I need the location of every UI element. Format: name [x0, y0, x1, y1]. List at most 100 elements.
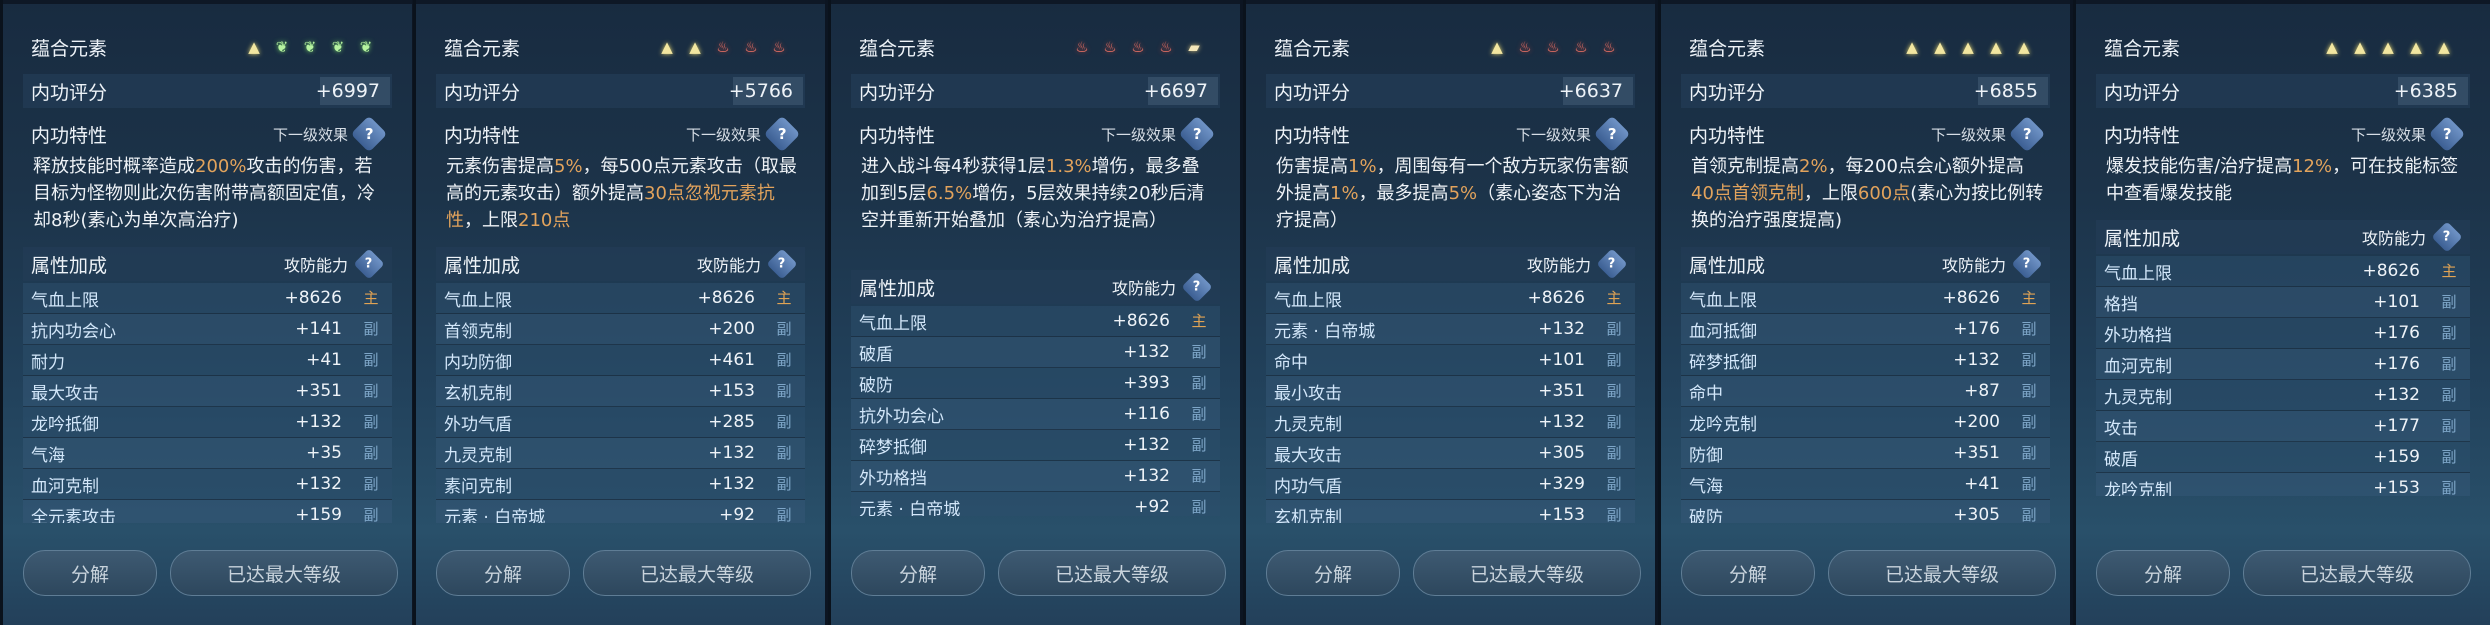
attack-defense-help-icon[interactable]: ? [2431, 221, 2463, 253]
attribute-value: +461 [708, 350, 755, 370]
attribute-name: 外功格挡 [859, 468, 927, 489]
description-text: ，最多提高 [1358, 183, 1449, 204]
help-glyph: ? [1193, 279, 1201, 295]
attribute-name: 元素 · 白帝城 [859, 499, 961, 517]
help-icon[interactable]: ? [2008, 115, 2046, 153]
attribute-name: 九灵克制 [444, 445, 512, 466]
attribute-row: 元素 · 白帝城 +92 副 [436, 500, 805, 523]
highlight-text: 6.5% [926, 183, 973, 204]
decompose-button[interactable]: 分解 [436, 550, 570, 596]
attribute-row: 抗内功会心 +141 副 [23, 314, 392, 345]
help-icon[interactable]: ? [350, 115, 388, 153]
sub-attribute-tag: 副 [1191, 498, 1207, 516]
attribute-value: +132 [1123, 435, 1170, 455]
attribute-value: +176 [2373, 354, 2420, 374]
attribute-row: 全元素攻击 +159 副 [23, 500, 392, 523]
attribute-value: +132 [295, 412, 342, 432]
decompose-button[interactable]: 分解 [2096, 550, 2230, 596]
decompose-button[interactable]: 分解 [1681, 550, 1815, 596]
attribute-row: 素问克制 +132 副 [436, 469, 805, 500]
attribute-list[interactable]: 气血上限 +8626 主首领克制 +200 副内功防御 +461 副玄机克制 +153 副外功气… [436, 283, 805, 523]
score-row: 内功评分 +6637 [1266, 74, 1635, 108]
attribute-list[interactable]: 气血上限 +8626 主血河抵御 +176 副碎梦抵御 +132 副命中 +87 副龙吟克制 +2… [1681, 283, 2050, 523]
element-icons: ▲ ▲ ▲ ▲ ▲ [2320, 35, 2456, 59]
earth-element-icon: ▲ [1990, 38, 2002, 56]
sub-attribute-tag: 副 [1606, 413, 1622, 431]
attribute-name: 最大攻击 [1274, 445, 1342, 466]
attribute-label: 属性加成 [444, 254, 521, 277]
sub-attribute-tag: 副 [2441, 417, 2457, 435]
earth-element-icon: ▲ [2354, 38, 2366, 56]
next-effect-label: 下一级效果 [1515, 125, 1591, 144]
attribute-list[interactable]: 气血上限 +8626 主格挡 +101 副外功格挡 +176 副血河克制 +176 副九灵克制 +… [2096, 256, 2470, 496]
earth-element-icon: ▲ [2018, 38, 2030, 56]
attribute-label: 属性加成 [2104, 227, 2181, 250]
attribute-list[interactable]: 气血上限 +8626 主抗内功会心 +141 副耐力 +41 副最大攻击 +351 副龙吟抵御 +… [23, 283, 392, 523]
help-icon[interactable]: ? [1178, 115, 1216, 153]
sub-attribute-tag: 副 [776, 320, 792, 338]
trait-row: 内功特性 下一级效果? [23, 115, 392, 153]
attack-defense-help-icon[interactable]: ? [1181, 271, 1213, 303]
help-icon[interactable]: ? [2428, 115, 2466, 153]
max-level-button[interactable]: 已达最大等级 [170, 550, 398, 596]
score-label: 内功评分 [1689, 81, 1766, 104]
sub-attribute-tag: 副 [776, 351, 792, 369]
sub-attribute-tag: 副 [776, 506, 792, 523]
attribute-row: 命中 +87 副 [1681, 376, 2050, 407]
trait-label: 内功特性 [31, 124, 108, 147]
attribute-name: 防御 [1689, 445, 1723, 466]
earth-element-icon: ▲ [661, 38, 673, 56]
sub-attribute-tag: 副 [2021, 382, 2037, 400]
max-level-button[interactable]: 已达最大等级 [2243, 550, 2471, 596]
attribute-value: +8626 [1112, 311, 1170, 331]
attribute-name: 血河克制 [2104, 356, 2172, 377]
decompose-button[interactable]: 分解 [1266, 550, 1400, 596]
element-icons: ▲ ▲ ▲ ▲ ▲ [1900, 35, 2036, 59]
help-icon[interactable]: ? [763, 115, 801, 153]
attack-defense-help-icon[interactable]: ? [1596, 248, 1628, 280]
attribute-value: +132 [708, 474, 755, 494]
element-row: 蕴合元素 ▲ ♨ ♨ ♨ ♨ [1266, 30, 1635, 64]
wood-element-icon: ❦ [331, 38, 345, 56]
element-label: 蕴合元素 [444, 37, 521, 60]
attack-defense-help-icon[interactable]: ? [766, 248, 798, 280]
sub-attribute-tag: 副 [1606, 320, 1622, 338]
max-level-button[interactable]: 已达最大等级 [998, 550, 1226, 596]
attribute-value: +132 [1538, 319, 1585, 339]
sub-attribute-tag: 副 [776, 444, 792, 462]
attribute-row: 破防 +393 副 [851, 368, 1220, 399]
attribute-row: 九灵克制 +132 副 [2096, 380, 2470, 411]
earth-element-icon: ▲ [1962, 38, 1974, 56]
main-attribute-tag: 主 [1191, 312, 1207, 330]
attribute-row: 最大攻击 +305 副 [1266, 438, 1635, 469]
help-glyph: ? [2023, 256, 2031, 272]
sub-attribute-tag: 副 [1191, 343, 1207, 361]
trait-description: 首领克制提高2%，每200点会心额外提高40点首领克制，上限600点(素心为按比… [1691, 153, 2046, 234]
attribute-list[interactable]: 气血上限 +8626 主元素 · 白帝城 +132 副命中 +101 副最小攻击 +351 副九… [1266, 283, 1635, 523]
metal-element-icon: ▰ [1188, 38, 1200, 56]
help-glyph: ? [1607, 124, 1617, 143]
attribute-label: 属性加成 [1274, 254, 1351, 277]
max-level-button[interactable]: 已达最大等级 [1828, 550, 2056, 596]
attack-defense-label: 攻防能力 [1526, 256, 1591, 275]
attribute-name: 气海 [1689, 476, 1723, 497]
attribute-value: +141 [295, 319, 342, 339]
fire-element-icon: ♨ [772, 38, 786, 56]
attack-defense-help-icon[interactable]: ? [2011, 248, 2043, 280]
max-level-button[interactable]: 已达最大等级 [583, 550, 811, 596]
next-effect-label: 下一级效果 [685, 125, 761, 144]
help-icon[interactable]: ? [1593, 115, 1631, 153]
attribute-list[interactable]: 气血上限 +8626 主破盾 +132 副破防 +393 副抗外功会心 +116 副碎梦抵御 +1… [851, 306, 1220, 516]
attack-defense-help-icon[interactable]: ? [353, 248, 385, 280]
decompose-button[interactable]: 分解 [23, 550, 157, 596]
attribute-name: 攻击 [2104, 418, 2138, 439]
attribute-label: 属性加成 [1689, 254, 1766, 277]
description-text: ，上限 [1803, 183, 1858, 204]
score-value: +5766 [728, 80, 793, 102]
fire-element-icon: ♨ [1546, 38, 1560, 56]
attribute-value: +132 [1123, 466, 1170, 486]
attribute-header: 属性加成 攻防能力? [1681, 247, 2050, 281]
max-level-button[interactable]: 已达最大等级 [1413, 550, 1641, 596]
attribute-name: 九灵克制 [2104, 387, 2172, 408]
decompose-button[interactable]: 分解 [851, 550, 985, 596]
